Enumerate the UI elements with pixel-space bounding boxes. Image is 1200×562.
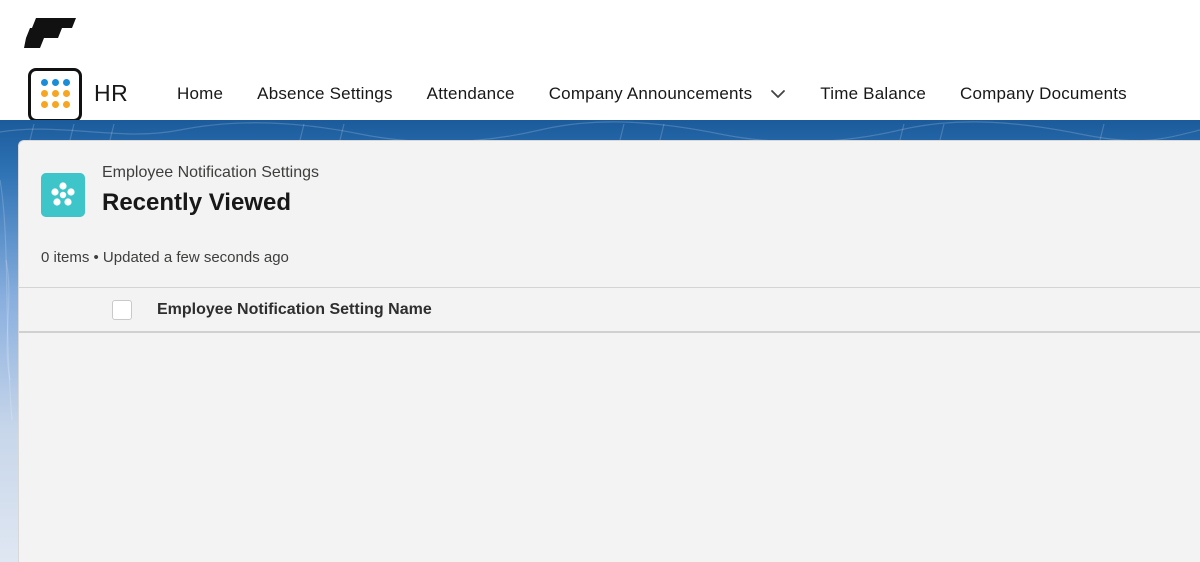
nav-item-label: Company Announcements	[548, 84, 753, 103]
select-all-checkbox[interactable]	[112, 300, 132, 320]
notification-settings-icon	[41, 173, 85, 217]
app-window: HR Home Absence Settings Attendance Comp…	[0, 0, 1200, 562]
nav-item-attendance[interactable]: Attendance	[410, 84, 532, 104]
brand-logo-icon	[24, 18, 76, 48]
app-launcher-button[interactable]	[28, 68, 82, 122]
app-name: HR	[94, 80, 129, 106]
nav-item-time-balance[interactable]: Time Balance	[803, 84, 943, 104]
chevron-down-icon[interactable]	[770, 86, 786, 102]
list-view-status: 0 items • Updated a few seconds ago	[41, 249, 289, 266]
column-header-name[interactable]: Employee Notification Setting Name	[157, 301, 432, 319]
global-header: HR Home Absence Settings Attendance Comp…	[0, 0, 1200, 122]
nav-item-company-documents[interactable]: Company Documents	[943, 84, 1144, 104]
list-view-title[interactable]: Recently Viewed	[102, 189, 291, 217]
nav-item-absence-settings[interactable]: Absence Settings	[240, 84, 410, 104]
object-label: Employee Notification Settings	[102, 164, 319, 181]
nav-item-home[interactable]: Home	[160, 84, 240, 104]
table-header: Employee Notification Setting Name	[19, 287, 1200, 333]
nav-bar: Home Absence Settings Attendance Company…	[160, 72, 1144, 116]
list-view-card: Employee Notification Settings Recently …	[18, 140, 1200, 562]
nav-item-company-announcements[interactable]: Company Announcements	[532, 84, 804, 104]
